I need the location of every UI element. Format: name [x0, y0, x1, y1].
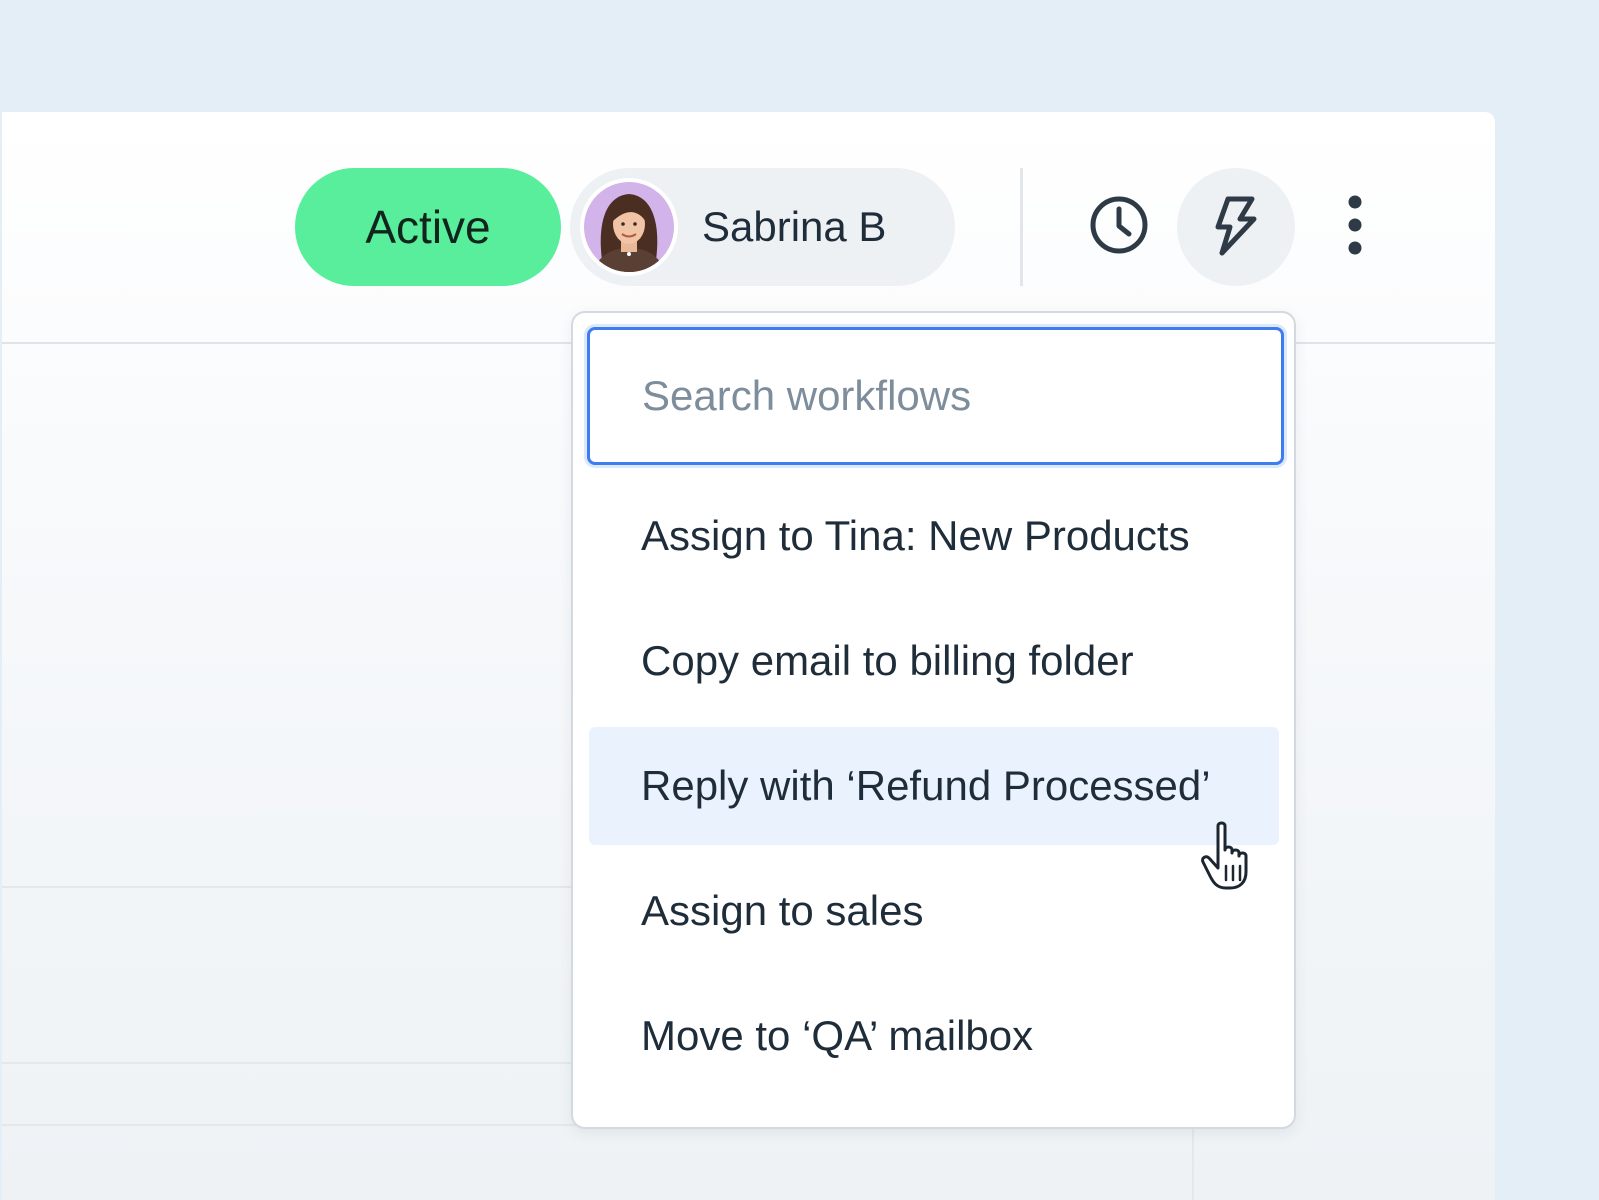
assignee-button[interactable]: Sabrina B — [570, 168, 955, 286]
workflow-list: Assign to Tina: New Products Copy email … — [589, 477, 1279, 1102]
workflows-button[interactable] — [1177, 168, 1295, 286]
workflows-dropdown: Assign to Tina: New Products Copy email … — [571, 311, 1296, 1129]
workflow-item-copy-billing[interactable]: Copy email to billing folder — [589, 602, 1279, 720]
hand-cursor-icon — [1200, 820, 1260, 892]
workflow-item-label: Reply with ‘Refund Processed’ — [641, 762, 1211, 809]
workflow-item-label: Move to ‘QA’ mailbox — [641, 1012, 1034, 1059]
history-button[interactable] — [1060, 168, 1178, 286]
status-label: Active — [365, 201, 491, 253]
lightning-icon — [1208, 193, 1264, 262]
workflow-item-label: Assign to Tina: New Products — [641, 512, 1190, 559]
status-button[interactable]: Active — [295, 168, 561, 286]
user-name: Sabrina B — [702, 203, 887, 250]
workflow-item-reply-refund[interactable]: Reply with ‘Refund Processed’ — [589, 727, 1279, 845]
vertical-ellipsis-icon — [1345, 193, 1365, 262]
workflow-item-label: Assign to sales — [641, 887, 924, 934]
content-divider — [2, 1062, 602, 1064]
more-options-button[interactable] — [1296, 168, 1414, 286]
workflow-item-assign-tina[interactable]: Assign to Tina: New Products — [589, 477, 1279, 595]
clock-icon — [1087, 193, 1151, 262]
content-divider — [2, 886, 602, 888]
search-workflows-input[interactable] — [587, 327, 1284, 465]
toolbar-divider — [1020, 168, 1023, 286]
workflow-item-move-qa[interactable]: Move to ‘QA’ mailbox — [589, 977, 1279, 1095]
workflow-item-label: Copy email to billing folder — [641, 637, 1134, 684]
avatar — [580, 178, 678, 276]
content-divider — [1192, 1124, 1194, 1200]
workflow-item-assign-sales[interactable]: Assign to sales — [589, 852, 1279, 970]
